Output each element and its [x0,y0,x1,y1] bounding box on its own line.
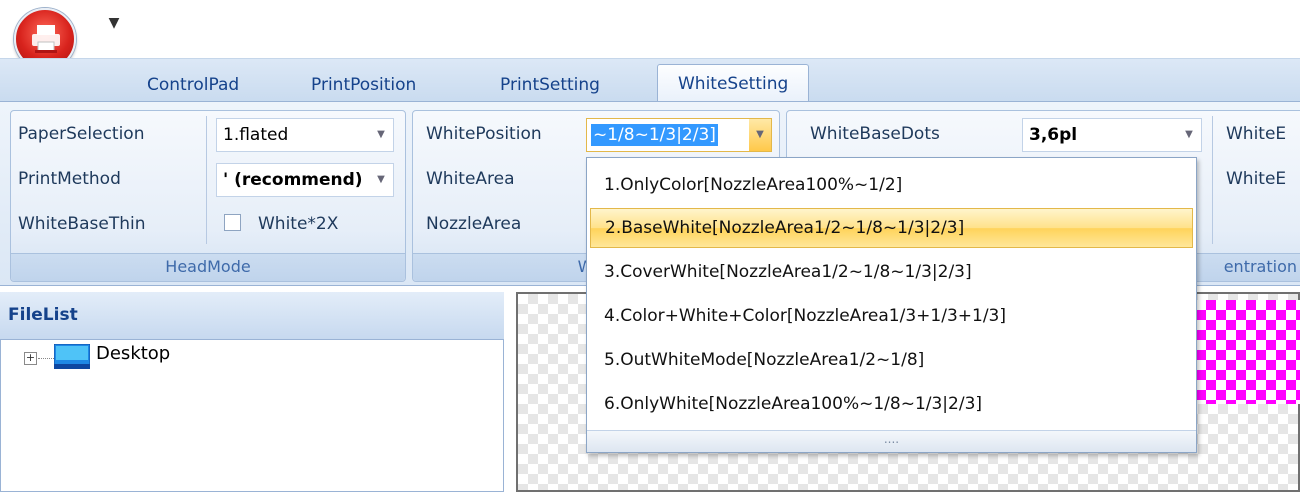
white-base-dots-combo[interactable]: 3,6pl ▼ [1022,118,1202,152]
customize-arrow-icon[interactable]: ▼ [106,14,122,34]
white-position-combo[interactable]: ~1/8~1/3|2/3] ▼ [586,118,772,152]
print-method-value: ' (recommend) [223,170,363,190]
white-base-dots-label: WhiteBaseDots [810,124,940,144]
tab-printposition[interactable]: PrintPosition [311,70,416,102]
white-base-dots-value: 3,6pl [1029,125,1078,145]
paper-selection-value: 1.flated [223,125,289,145]
tree-connector [38,358,54,359]
print-method-label: PrintMethod [18,169,121,189]
white-2x-checkbox[interactable] [224,214,241,231]
dropdown-resize-grip[interactable]: .... [587,430,1196,452]
dropdown-option-6[interactable]: 6.OnlyWhite[NozzleArea100%~1/8~1/3|2/3] [590,384,1193,424]
white-base-thin-label: WhiteBaseThin [18,214,146,234]
white-2x-label: White*2X [258,214,339,234]
tab-controlpad[interactable]: ControlPad [147,70,239,102]
dropdown-option-5[interactable]: 5.OutWhiteMode[NozzleArea1/2~1/8] [590,340,1193,380]
tree-item-desktop[interactable]: Desktop [96,343,170,364]
chevron-down-icon[interactable]: ▼ [373,119,389,151]
chevron-down-icon[interactable]: ▼ [373,164,389,196]
dropdown-option-4[interactable]: 4.Color+White+Color[NozzleArea1/3+1/3+1/… [590,296,1193,336]
desktop-icon [53,343,91,370]
divider [206,116,207,244]
white-position-value: ~1/8~1/3|2/3] [591,124,718,146]
chevron-down-icon[interactable]: ▼ [749,119,771,151]
expand-icon[interactable]: + [24,352,37,365]
tab-whitesetting[interactable]: WhiteSetting [657,64,810,104]
image-preview-pattern [1196,300,1300,404]
group-caption-headmode: HeadMode [11,253,405,281]
print-method-combo[interactable]: ' (recommend) ▼ [216,163,394,197]
white-e-label-1: WhiteE [1226,124,1287,144]
white-e-label-2: WhiteE [1226,169,1287,189]
white-position-label: WhitePosition [426,124,542,144]
chevron-down-icon[interactable]: ▼ [1181,119,1197,151]
paper-selection-label: PaperSelection [18,124,145,144]
dropdown-option-1[interactable]: 1.OnlyColor[NozzleArea100%~1/2] [590,165,1193,205]
nozzle-area-label: NozzleArea [426,214,522,234]
file-list-title: FileList [8,305,78,325]
dropdown-option-3[interactable]: 3.CoverWhite[NozzleArea1/2~1/8~1/3|2/3] [590,252,1193,292]
printer-icon [32,25,60,53]
tab-printsetting[interactable]: PrintSetting [500,70,600,102]
paper-selection-combo[interactable]: 1.flated ▼ [216,118,394,152]
divider [1212,116,1213,244]
dropdown-option-2[interactable]: 2.BaseWhite[NozzleArea1/2~1/8~1/3|2/3] [590,208,1193,248]
white-area-label: WhiteArea [426,169,515,189]
